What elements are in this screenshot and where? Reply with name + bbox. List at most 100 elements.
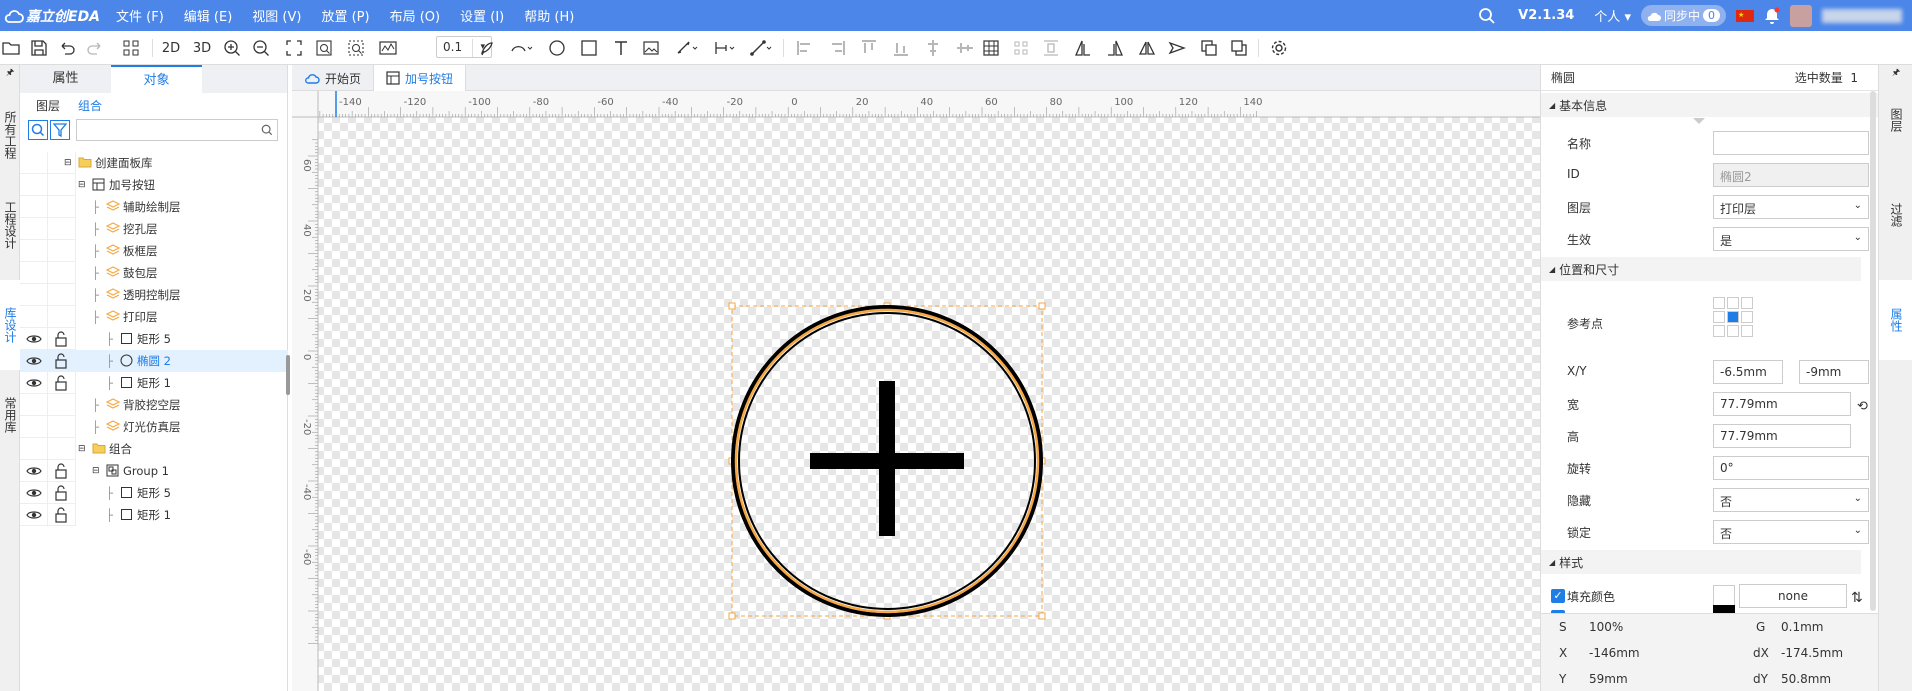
text-tool-icon[interactable] <box>610 37 632 59</box>
zoom-in-icon[interactable] <box>221 37 243 59</box>
layer-select[interactable]: 打印层 ⌄ <box>1713 195 1869 219</box>
swap-icon[interactable]: ⇅ <box>1851 590 1863 606</box>
eye-icon[interactable] <box>26 463 42 479</box>
ref-point-cell[interactable] <box>1741 311 1753 323</box>
fill-color-swatch[interactable] <box>1713 585 1735 607</box>
tree-item[interactable]: ├ 背胶挖空层 <box>20 394 288 416</box>
rotation-input[interactable]: 0° <box>1713 456 1869 480</box>
tree-item[interactable]: ├ 矩形 1 <box>20 372 288 394</box>
rectangle-tool-icon[interactable] <box>578 37 600 59</box>
object-search-input[interactable] <box>76 119 278 141</box>
zoom-area-icon[interactable] <box>345 37 367 59</box>
menu-layout[interactable]: 布局 (O) <box>380 6 451 25</box>
gear-icon[interactable] <box>1268 37 1290 59</box>
arc-tool-icon[interactable] <box>506 37 536 59</box>
flip-left-icon[interactable] <box>1072 37 1094 59</box>
menu-place[interactable]: 放置 (P) <box>311 6 379 25</box>
menu-help[interactable]: 帮助 (H) <box>514 6 584 25</box>
tree-item[interactable]: ⊟ 加号按钮 <box>20 174 288 196</box>
collapse-toggle-icon[interactable]: ⊟ <box>78 444 86 454</box>
align-top-icon[interactable] <box>858 37 880 59</box>
lock-ratio-icon[interactable]: ⟲ <box>1857 399 1868 414</box>
view-2d-button[interactable]: 2D <box>158 37 184 59</box>
hidden-select[interactable]: 否 ⌄ <box>1713 488 1869 512</box>
align-right-icon[interactable] <box>826 37 848 59</box>
zoom-selection-icon[interactable] <box>313 37 335 59</box>
align-bottom-icon[interactable] <box>890 37 912 59</box>
collapse-toggle-icon[interactable]: ⊟ <box>78 180 86 190</box>
unlock-icon[interactable] <box>53 485 69 501</box>
dimension-tool-icon[interactable] <box>672 37 702 59</box>
flip-right-icon[interactable] <box>1104 37 1126 59</box>
flag-icon[interactable]: ★ <box>1736 9 1754 22</box>
fill-color-input[interactable]: none <box>1739 584 1847 608</box>
align-left-icon[interactable] <box>794 37 816 59</box>
distribute-icon[interactable] <box>1010 37 1032 59</box>
unlock-icon[interactable] <box>53 331 69 347</box>
subtab-groups[interactable]: 组合 <box>78 97 102 114</box>
menu-view[interactable]: 视图 (V) <box>242 6 311 25</box>
height-input[interactable]: 77.79mm <box>1713 424 1851 448</box>
unlock-icon[interactable] <box>53 507 69 523</box>
vtab-common-library[interactable]: 常用库 <box>0 380 20 450</box>
rvtab-layers[interactable]: 图层 <box>1879 90 1912 150</box>
section-position-size[interactable]: ◢ 位置和尺寸 <box>1541 257 1861 281</box>
rvtab-filter[interactable]: 过滤 <box>1879 155 1912 275</box>
tree-item[interactable]: ├ 挖孔层 <box>20 218 288 240</box>
resize-handle[interactable] <box>1038 302 1046 310</box>
ref-point-cell[interactable] <box>1741 325 1753 337</box>
tree-item[interactable]: ⊟ 组合 <box>20 438 288 460</box>
pen-icon[interactable] <box>476 37 498 59</box>
rvtab-properties[interactable]: 属性 <box>1879 280 1912 360</box>
ref-point-cell[interactable] <box>1713 325 1725 337</box>
width-input[interactable]: 77.79mm <box>1713 392 1851 416</box>
tree-item[interactable]: ├ 矩形 5 <box>20 482 288 504</box>
tab-start-page[interactable]: 开始页 <box>292 65 375 91</box>
panel-resize-handle[interactable] <box>286 355 290 395</box>
open-folder-icon[interactable] <box>0 37 22 59</box>
section-basic-info[interactable]: ◢ 基本信息 <box>1541 93 1878 117</box>
name-input[interactable] <box>1713 131 1869 155</box>
ref-point-cell[interactable] <box>1713 297 1725 309</box>
send-icon[interactable] <box>1166 37 1188 59</box>
resize-handle[interactable] <box>1038 612 1046 620</box>
search-icon[interactable] <box>1478 7 1496 25</box>
eye-icon[interactable] <box>26 331 42 347</box>
align-center-h-icon[interactable] <box>922 37 944 59</box>
tree-item[interactable]: ⊟ Group 1 <box>20 460 288 482</box>
pin-icon[interactable]: 🖈 <box>0 65 20 79</box>
user-scope-dropdown[interactable]: 个人 ▾ <box>1594 6 1631 25</box>
ref-point-cell[interactable] <box>1727 325 1739 337</box>
collapse-toggle-icon[interactable]: ⊟ <box>64 158 72 168</box>
table-icon[interactable] <box>980 37 1002 59</box>
waveform-icon[interactable] <box>377 37 399 59</box>
eye-icon[interactable] <box>26 353 42 369</box>
unlock-icon[interactable] <box>53 353 69 369</box>
save-icon[interactable] <box>28 37 50 59</box>
vtab-project-design[interactable]: 工程设计 <box>0 180 20 270</box>
mirror-icon[interactable] <box>1136 37 1158 59</box>
tab-properties[interactable]: 属性 <box>20 65 111 93</box>
menu-edit[interactable]: 编辑 (E) <box>174 6 243 25</box>
ref-point-cell[interactable] <box>1727 311 1739 323</box>
rect-1-shape[interactable] <box>810 453 964 469</box>
menu-settings[interactable]: 设置 (I) <box>450 6 514 25</box>
fill-color-checkbox[interactable]: ✓ <box>1551 589 1565 603</box>
tree-item[interactable]: ├ 灯光仿真层 <box>20 416 288 438</box>
eye-icon[interactable] <box>26 485 42 501</box>
ref-point-cell[interactable] <box>1741 297 1753 309</box>
tree-item[interactable]: ├ 辅助绘制层 <box>20 196 288 218</box>
search-mode-button[interactable] <box>28 120 48 140</box>
avatar[interactable] <box>1790 4 1812 27</box>
image-tool-icon[interactable] <box>640 37 662 59</box>
tab-objects[interactable]: 对象 <box>111 65 202 93</box>
resize-handle[interactable] <box>728 612 736 620</box>
bring-front-icon[interactable] <box>1198 37 1220 59</box>
subtab-layers[interactable]: 图层 <box>36 97 60 114</box>
line-tool-icon[interactable] <box>746 37 776 59</box>
tree-item[interactable]: ├ 矩形 1 <box>20 504 288 526</box>
eye-icon[interactable] <box>26 375 42 391</box>
tree-item[interactable]: ├ 椭圆 2 <box>20 350 288 372</box>
vtab-all-projects[interactable]: 所有工程 <box>0 100 20 170</box>
redo-icon[interactable] <box>84 37 106 59</box>
